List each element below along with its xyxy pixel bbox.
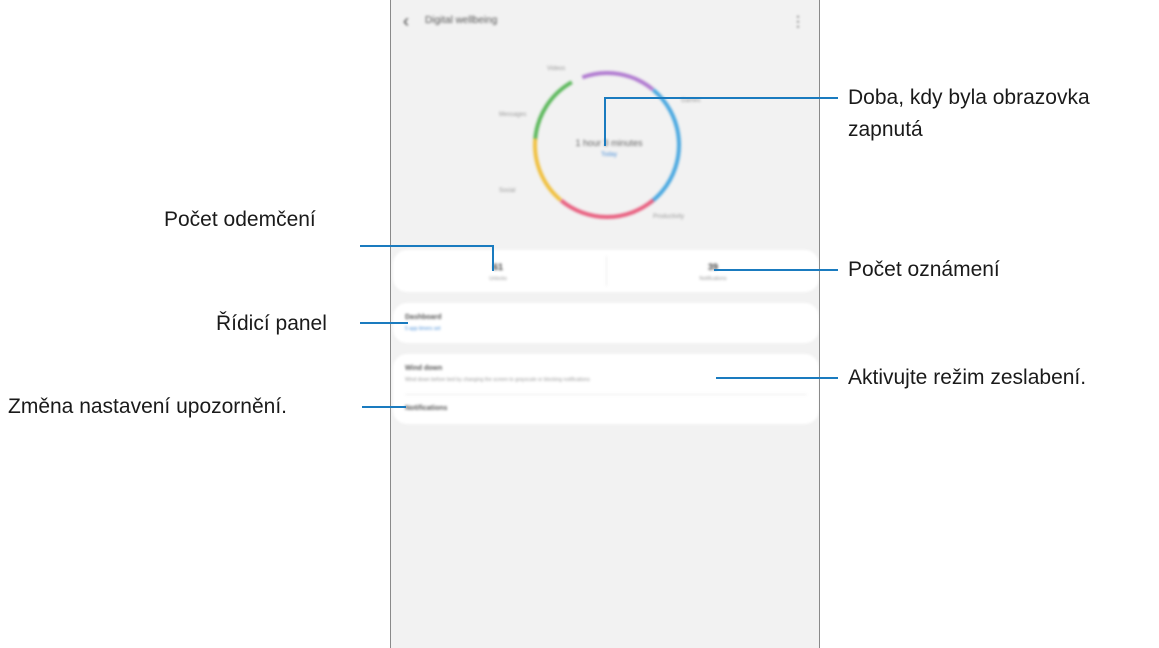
more-options-icon[interactable]: ⋮	[791, 14, 805, 28]
screen-time-value: 1 hour 3 minutes	[575, 138, 643, 148]
dashboard-subtitle: 5 app timers set	[405, 326, 441, 332]
notifications-item-title: Notifications	[405, 405, 448, 412]
callout-screen-on-line2: zapnutá	[848, 118, 923, 141]
callout-notification-settings: Změna nastavení upozornění.	[8, 395, 288, 418]
unlocks-value: 61	[492, 262, 503, 272]
dashboard-card[interactable]: Dashboard 5 app timers set	[393, 303, 819, 343]
dashboard-title: Dashboard	[405, 314, 442, 321]
callout-screen-on-line1: Doba, kdy byla obrazovka	[848, 86, 1090, 109]
back-arrow-icon[interactable]: ‹	[403, 12, 421, 30]
ring-segment-purple	[533, 71, 681, 219]
leader-notifications-count	[714, 269, 838, 271]
leader-unlocks-vertical	[492, 245, 494, 271]
stats-card: 61 Unlocks 39 Notifications	[393, 250, 819, 292]
ring-segment-blue	[533, 71, 681, 219]
wind-down-title: Wind down	[405, 365, 443, 372]
callout-dashboard: Řídicí panel	[216, 312, 327, 335]
app-bar: ‹ Digital wellbeing ⋮	[391, 0, 819, 46]
callout-notifications-count: Počet oznámení	[848, 258, 1000, 281]
ring-segment-pink	[533, 71, 681, 219]
callout-unlocks: Počet odemčení	[164, 208, 316, 231]
leader-unlocks	[360, 245, 494, 247]
settings-card: Wind down Wind down before bed by changi…	[393, 354, 819, 424]
ring-segment-yellow	[533, 71, 681, 219]
ring-label-messages: Messages	[499, 112, 527, 118]
screen-time-day[interactable]: Today	[589, 152, 629, 158]
leader-wind-down	[716, 377, 838, 379]
unlocks-label: Unlocks	[489, 276, 507, 282]
leader-notification-settings	[362, 406, 406, 408]
notifications-item[interactable]: Notifications	[393, 395, 819, 424]
leader-screen-on-vertical	[604, 97, 606, 146]
wind-down-description: Wind down before bed by changing the scr…	[405, 377, 590, 383]
leader-screen-on	[604, 97, 838, 99]
app-title: Digital wellbeing	[425, 15, 498, 26]
notifications-label: Notifications	[699, 276, 727, 282]
callout-wind-down: Aktivujte režim zeslabení.	[848, 366, 1087, 389]
ring-label-social: Social	[499, 188, 516, 194]
leader-dashboard	[360, 322, 408, 324]
stats-divider	[606, 256, 607, 286]
wind-down-item[interactable]: Wind down Wind down before bed by changi…	[393, 354, 819, 394]
usage-ring-chart[interactable]	[527, 70, 687, 230]
